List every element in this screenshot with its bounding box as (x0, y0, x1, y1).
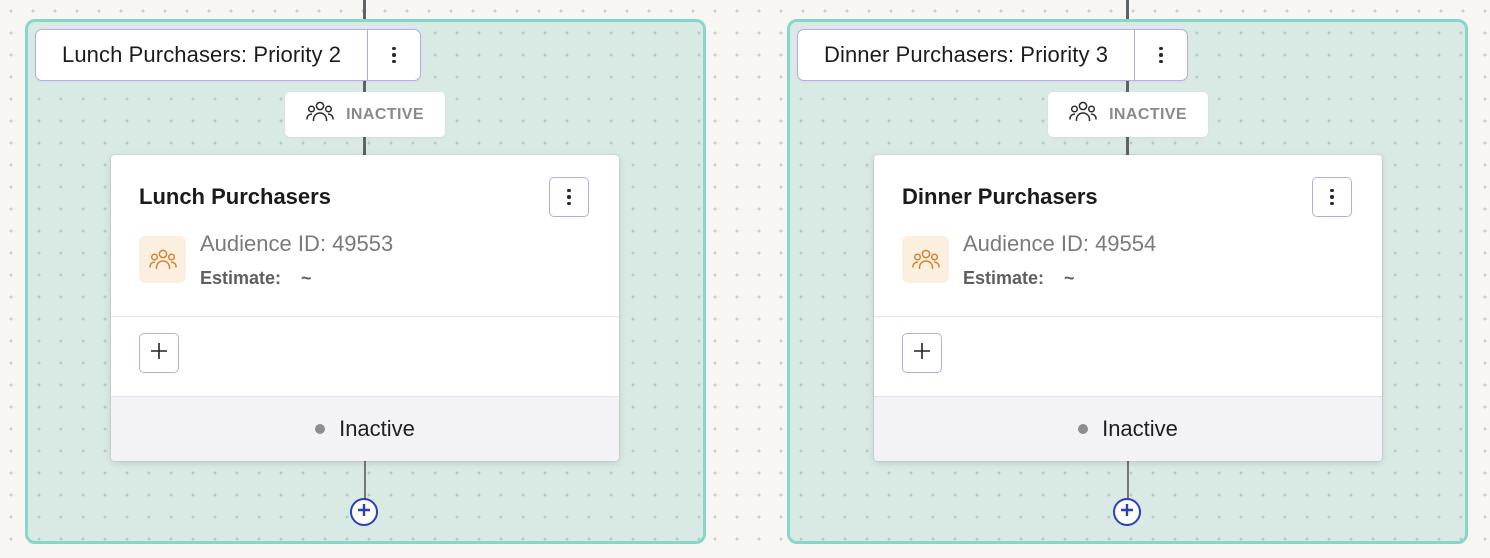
group-menu-button[interactable] (1134, 30, 1187, 80)
plus-icon (913, 342, 931, 365)
connector-line (1126, 136, 1129, 156)
card-status-footer: Inactive (111, 396, 619, 461)
estimate-value: ~ (1064, 268, 1075, 288)
add-node-button[interactable] (350, 498, 378, 526)
card-status-footer: Inactive (874, 396, 1382, 461)
kebab-icon (1159, 46, 1163, 64)
card-menu-button[interactable] (1312, 177, 1352, 217)
card-menu-button[interactable] (549, 177, 589, 217)
audience-card[interactable]: Lunch Purchasers Audience ID: 49553 Esti… (111, 155, 619, 461)
group-header: Lunch Purchasers: Priority 2 (35, 29, 422, 81)
people-group-icon (902, 236, 949, 283)
status-pill-label: INACTIVE (1109, 105, 1187, 123)
kebab-icon (567, 188, 571, 206)
group-status-pill: INACTIVE (285, 92, 445, 137)
group-header: Dinner Purchasers: Priority 3 (797, 29, 1189, 81)
audience-name: Lunch Purchasers (139, 184, 331, 209)
plus-icon (150, 342, 168, 365)
group-status-pill: INACTIVE (1048, 92, 1208, 137)
divider (111, 316, 619, 317)
status-pill-label: INACTIVE (346, 105, 424, 123)
card-status: Inactive (339, 416, 415, 441)
connector-line (363, 136, 366, 156)
audience-id: Audience ID: 49553 (200, 231, 394, 256)
group-title: Dinner Purchasers: Priority 3 (824, 42, 1109, 67)
add-button[interactable] (139, 333, 179, 373)
divider (874, 316, 1382, 317)
people-group-icon (306, 100, 334, 129)
audience-card[interactable]: Dinner Purchasers Audience ID: 49554 Est… (874, 155, 1382, 461)
plus-circle-icon (1120, 503, 1134, 522)
estimate-label: Estimate: (963, 268, 1045, 288)
group-title: Lunch Purchasers: Priority 2 (62, 42, 342, 67)
kebab-icon (1330, 188, 1334, 206)
status-dot (315, 424, 326, 434)
estimate-value: ~ (301, 268, 312, 288)
people-group-icon (1069, 100, 1097, 129)
estimate: Estimate: ~ (963, 268, 1075, 289)
card-status: Inactive (1102, 416, 1178, 441)
connector-line (364, 460, 366, 500)
connector-line (1127, 460, 1129, 500)
audience-name: Dinner Purchasers (902, 184, 1098, 209)
audience-id: Audience ID: 49554 (963, 231, 1157, 256)
kebab-icon (392, 46, 396, 64)
group-menu-button[interactable] (367, 30, 420, 80)
status-dot (1078, 424, 1089, 434)
estimate-label: Estimate: (200, 268, 282, 288)
add-button[interactable] (902, 333, 942, 373)
plus-circle-icon (357, 503, 371, 522)
add-node-button[interactable] (1113, 498, 1141, 526)
estimate: Estimate: ~ (200, 268, 312, 289)
people-group-icon (139, 236, 186, 283)
